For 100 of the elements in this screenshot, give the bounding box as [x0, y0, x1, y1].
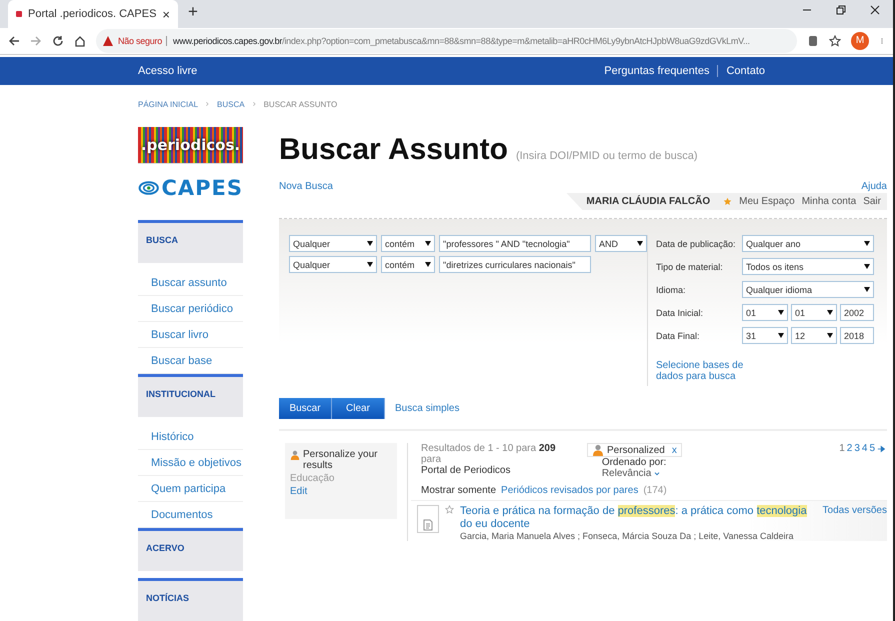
user-link[interactable]: Meu Espaço	[739, 196, 795, 207]
chevron-icon	[204, 100, 212, 108]
search-button[interactable]: Clear	[332, 398, 385, 419]
sidebar-section-header[interactable]: NOTÍCIAS	[138, 578, 243, 621]
person-icon	[592, 444, 604, 456]
filter-label: Tipo de material:	[656, 262, 724, 272]
nav-link[interactable]: Perguntas frequentes	[604, 64, 710, 77]
dropdown-caret-icon	[827, 333, 833, 338]
operator-select[interactable]: contém	[381, 256, 435, 273]
dropdown-caret-icon	[637, 241, 643, 246]
help-link[interactable]: Ajuda	[861, 181, 887, 192]
warning-icon	[102, 34, 114, 47]
search-term-field[interactable]: "professores " AND "tecnologia"	[439, 235, 591, 252]
dropdown-caret-icon	[864, 264, 870, 269]
capes-logo: CAPES	[138, 176, 243, 200]
restore-icon[interactable]	[835, 4, 847, 16]
page-link[interactable]: 4	[862, 443, 868, 454]
simple-search-link[interactable]: Busca simples	[395, 403, 460, 414]
dropdown-caret-icon	[778, 310, 784, 315]
filter-select[interactable]: Qualquer idioma	[742, 281, 874, 298]
result-authors: Garcia, Maria Manuela Alves ; Fonseca, Márcia Souza Da ; Leite, Vanessa Caldeira	[460, 531, 794, 541]
star-icon	[723, 197, 732, 206]
breadcrumb-link[interactable]: BUSCAR ASSUNTO	[264, 100, 338, 108]
breadcrumb-link[interactable]: PÁGINA INICIAL	[138, 100, 198, 108]
all-versions-link[interactable]: Todas versões	[822, 505, 887, 516]
site-icon	[16, 8, 22, 20]
dropdown-caret-icon	[778, 333, 784, 338]
close-icon[interactable]	[869, 4, 881, 16]
show-only-label: Mostrar somente	[421, 485, 496, 496]
sidebar-item[interactable]: Buscar livro	[138, 322, 243, 348]
search-term-field[interactable]: "diretrizes curriculares nacionais"	[439, 256, 591, 273]
dropdown-caret-icon	[425, 241, 431, 246]
favorite-star-icon[interactable]	[445, 505, 454, 514]
sidebar-item[interactable]: Missão e objetivos	[138, 450, 243, 476]
peer-reviewed-count: (174)	[643, 485, 667, 496]
new-search-link[interactable]: Nova Busca	[279, 181, 333, 192]
chip-close-button[interactable]: x	[672, 444, 677, 456]
document-thumbnail	[417, 505, 439, 533]
person-icon	[290, 449, 300, 461]
sidebar-item[interactable]: Buscar periódico	[138, 296, 243, 322]
field-select[interactable]: Qualquer	[289, 235, 377, 252]
page-link[interactable]: 3	[854, 443, 860, 454]
tab-close-button[interactable]: ×	[162, 6, 170, 22]
filter-select[interactable]: Todos os itens	[742, 258, 874, 275]
year-field[interactable]: 2002	[840, 304, 874, 321]
year-field[interactable]: 2018	[840, 327, 874, 344]
results-summary: Resultados de 1 - 10 para 209 para	[421, 443, 557, 465]
results-source: Portal de Periodicos	[421, 465, 512, 476]
back-icon[interactable]	[8, 34, 20, 47]
nav-link[interactable]: Acesso livre	[138, 64, 198, 77]
sidebar-item[interactable]: Quem participa	[138, 476, 243, 502]
page-link[interactable]: 2	[846, 443, 852, 454]
user-name: MARIA CLÁUDIA FALCÃO	[586, 196, 710, 207]
filter-label: Data Inicial:	[656, 308, 704, 318]
user-link[interactable]: Minha conta	[802, 196, 856, 207]
day-select[interactable]: 01	[742, 304, 788, 321]
page-link[interactable]: 1	[839, 443, 845, 454]
new-tab-button[interactable]: +	[188, 2, 198, 22]
reload-icon[interactable]	[52, 34, 64, 47]
sidebar-item[interactable]: Histórico	[138, 424, 243, 450]
profile-avatar[interactable]: M	[851, 32, 869, 50]
dropdown-caret-icon	[827, 310, 833, 315]
dropdown-caret-icon	[864, 287, 870, 292]
day-select[interactable]: 31	[742, 327, 788, 344]
sidebar-section-header[interactable]: BUSCA	[138, 220, 243, 263]
page-link[interactable]: 5	[869, 443, 875, 454]
field-select[interactable]: Qualquer	[289, 256, 377, 273]
month-select[interactable]: 01	[791, 304, 837, 321]
dropdown-caret-icon	[367, 241, 373, 246]
peer-reviewed-link[interactable]: Periódicos revisados por pares	[501, 485, 638, 496]
search-button[interactable]: Buscar	[279, 398, 332, 419]
filter-select[interactable]: Qualquer ano	[742, 235, 874, 252]
sidebar-section-header[interactable]: ACERVO	[138, 528, 243, 571]
boolean-select[interactable]: AND	[595, 235, 647, 252]
star-icon[interactable]	[829, 34, 841, 47]
filter-label: Idioma:	[656, 284, 687, 294]
personalized-chip[interactable]: Personalized x	[587, 443, 682, 457]
next-arrow-icon[interactable]	[877, 443, 887, 455]
sort-dropdown[interactable]: Relevância	[602, 468, 666, 479]
sidebar-section-header[interactable]: INSTITUCIONAL	[138, 374, 243, 417]
dropdown-caret-icon	[367, 262, 373, 267]
caret-icon	[653, 470, 662, 478]
edit-link[interactable]: Edit	[290, 486, 392, 497]
month-select[interactable]: 12	[791, 327, 837, 344]
nav-link[interactable]: Contato	[726, 64, 765, 77]
browser-tab[interactable]: Portal .periodicos. CAPES ×	[8, 0, 178, 28]
sort-label: Ordenado por:	[602, 457, 666, 468]
dropdown-caret-icon	[864, 241, 870, 246]
sidebar-item[interactable]: Buscar assunto	[138, 270, 243, 296]
filter-label: Data Final:	[656, 330, 701, 340]
dropdown-caret-icon	[425, 262, 431, 267]
breadcrumb-link[interactable]: BUSCA	[217, 100, 245, 108]
user-link[interactable]: Sair	[863, 196, 881, 207]
result-title-link[interactable]: Teoria e prática na formação de professores: a prática como tecnologia do eu docente	[460, 505, 817, 531]
select-databases-link[interactable]: Selecione bases de dados para busca	[656, 360, 746, 382]
address-bar[interactable]: Não seguro www.periodicos.capes.gov.br/index.php?option=com_pmetabusca&mn=88&smn=88&type=m&metalib=aHR0cHM6Ly9ybnAtcHJpbW8uaG9zdGVkLmV...	[96, 28, 797, 53]
page-title: Buscar Assunto	[279, 133, 508, 167]
home-icon[interactable]	[74, 34, 86, 47]
operator-select[interactable]: contém	[381, 235, 435, 252]
subject-label: Educação	[290, 473, 336, 484]
